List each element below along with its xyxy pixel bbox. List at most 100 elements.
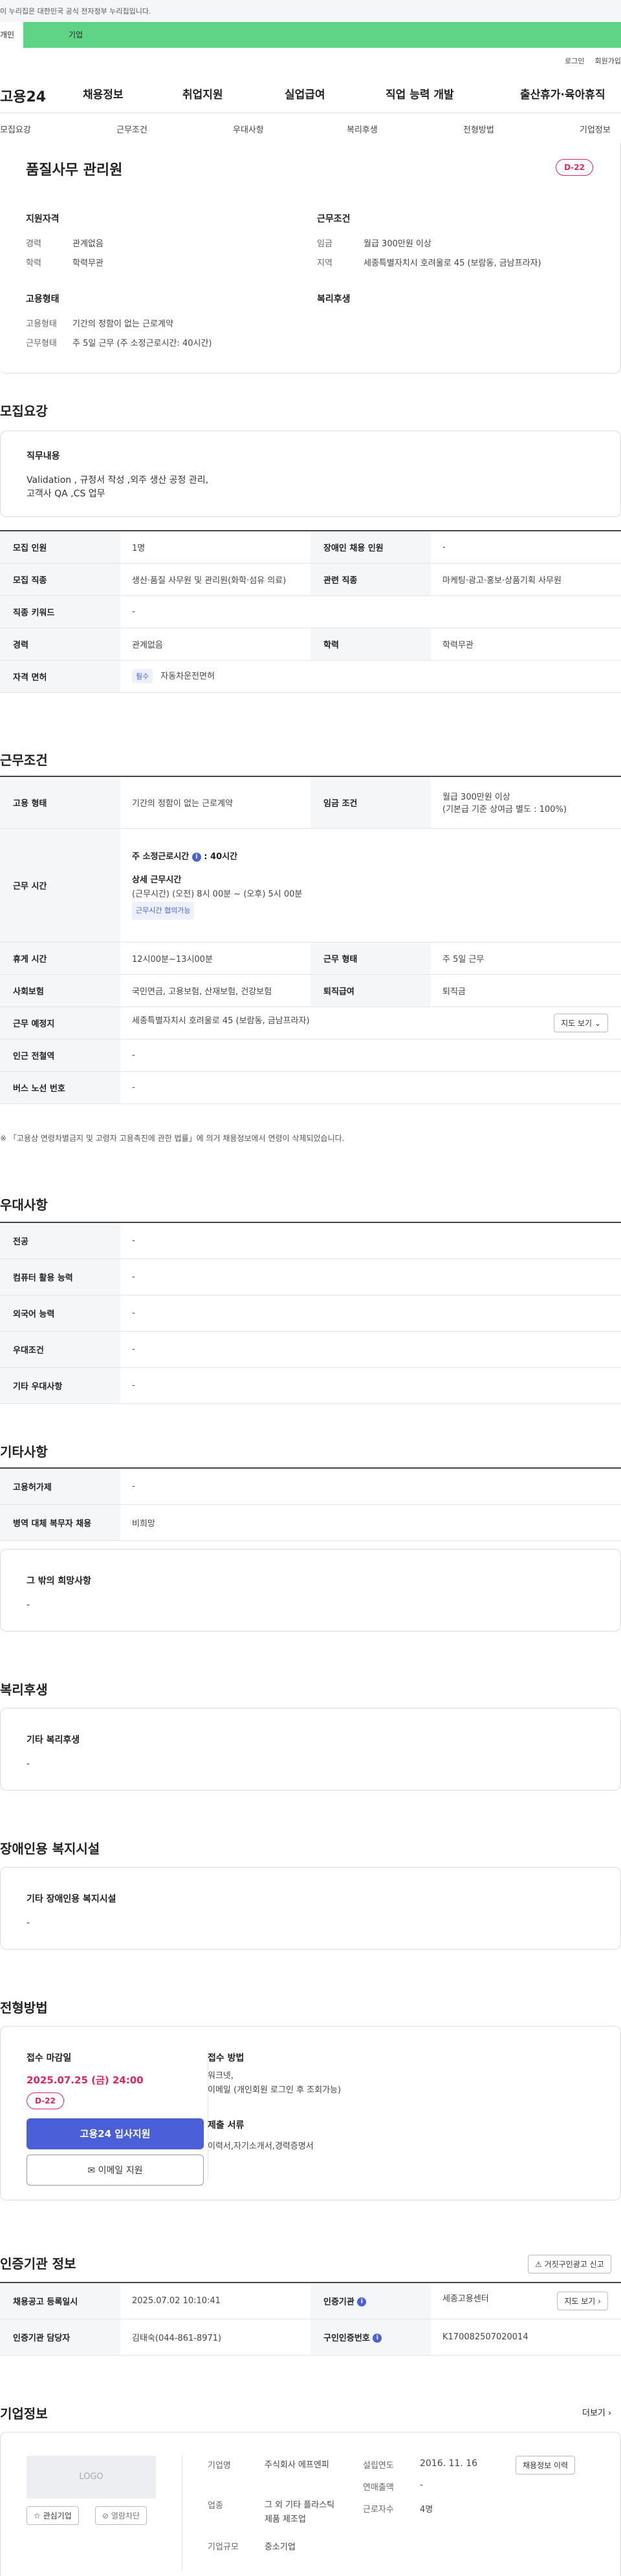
subnav-company[interactable]: 기업정보: [580, 123, 611, 135]
table-row: 기타 우대사항 -: [0, 1367, 621, 1404]
table-row: 인증기관 담당자 김태숙(044-861-8971) 구인인증번호 i K170082…: [0, 2319, 621, 2356]
info-icon[interactable]: i: [373, 2334, 382, 2343]
site-logo[interactable]: 고용24: [0, 85, 46, 106]
table-row: 휴게 시간 12시00분~13시00분 근무 형태 주 5일 근무: [0, 942, 621, 975]
table-row: 컴퓨터 활용 능력 -: [0, 1259, 621, 1295]
table-row: 외국어 능력 -: [0, 1295, 621, 1332]
subnav-conditions[interactable]: 근무조건: [116, 123, 147, 135]
cell-label: 임금 조건: [310, 776, 431, 829]
subnav-recruit[interactable]: 모집요강: [0, 123, 31, 135]
cell-label: 사회보험: [0, 974, 120, 1007]
welfare-box: 기타 복리후생 -: [0, 1708, 621, 1791]
cell-label: 자격 면허: [0, 660, 120, 693]
mail-icon: ✉: [87, 2166, 96, 2176]
cell-value: 학력무관: [431, 628, 621, 661]
other-wish-box: 그 밖의 희망사항 -: [0, 1549, 621, 1632]
info-icon[interactable]: i: [191, 852, 201, 862]
subnav-preference[interactable]: 우대사항: [233, 123, 264, 135]
chevron-down-icon: ⌄: [594, 1018, 601, 1028]
table-row: 사회보험 국민연금, 고용보험, 산재보험, 건강보험 퇴직급여 퇴직금: [0, 974, 621, 1007]
welfare-value: -: [27, 1759, 30, 1769]
table-row: 고용허가제 -: [0, 1468, 621, 1505]
email-apply-button[interactable]: ✉ 이메일 지원: [27, 2155, 204, 2186]
region-row: 지역 세종특별자치시 호려울로 45 (보람동, 금남프라자): [317, 259, 541, 268]
table-row: 모집 직종 생산·품질 사무원 및 관리원(화학·섬유 의료) 관련 직종 마케팅·광…: [0, 563, 621, 596]
cell-label: 외국어 능력: [0, 1295, 120, 1332]
login-link[interactable]: 로그인: [565, 57, 584, 65]
preference-table: 전공 - 컴퓨터 활용 능력 - 외국어 능력 - 우대조건 - 기타 우대사항 -: [0, 1222, 621, 1404]
agency-map-button[interactable]: 지도 보기 ›: [557, 2291, 608, 2310]
welfare-section-heading: 복리후생: [0, 1682, 48, 1698]
gnb-item-training[interactable]: 직업 능력 개발: [386, 85, 454, 101]
block-button[interactable]: ⊘ 열람차단: [95, 2506, 147, 2525]
gnb-item-jobs[interactable]: 채용정보: [83, 85, 124, 101]
table-row: 근무 예정지 세종특별자치시 호려울로 45 (보람동, 금남프라자) 지도 보기 …: [0, 1006, 621, 1039]
cell-value: -: [120, 1071, 621, 1104]
table-row: 모집 인원 1명 장애인 채용 인원 -: [0, 531, 621, 564]
detail-hours: (근무시간) (오전) 8시 00분 ~ (오후) 5시 00분: [132, 889, 303, 899]
size-value: 중소기업: [265, 2542, 296, 2552]
cell-value: -: [120, 1331, 621, 1368]
listing-history-button[interactable]: 채용정보 이력: [516, 2456, 576, 2475]
cell-value: -: [120, 1295, 621, 1332]
table-row: 병역 대체 복무자 채용 비희망: [0, 1504, 621, 1541]
job-title: 품질사무 관리원: [26, 162, 123, 178]
welfare-title: 기타 복리후생: [27, 1735, 80, 1745]
cell-label: 학력: [310, 628, 431, 661]
duty-box: 직무내용 Validation , 규정서 작성 ,외주 생산 공정 관리, 고…: [0, 431, 621, 517]
cell-value: 마케팅·광고·홍보·상품기획 사무원: [431, 563, 621, 596]
company-logo: LOGO: [27, 2456, 156, 2498]
cell-value: 퇴직금: [431, 974, 621, 1007]
cell-label: 근무 예정지: [0, 1006, 120, 1039]
cell-value: -: [120, 1222, 621, 1259]
cell-value: 필수 자동차운전면허: [120, 660, 621, 693]
cell-value: 세종고용센터 지도 보기 ›: [431, 2283, 621, 2319]
table-row: 고용 형태 기간의 정함이 없는 근로계약 임금 조건 월급 300만원 이상 (기본급…: [0, 776, 621, 829]
join-link[interactable]: 회원가입: [595, 57, 621, 65]
dday-badge: D-22: [556, 159, 593, 176]
cell-value: 2025.07.02 10:10:41: [120, 2283, 310, 2319]
member-type-tabs: 개인 기업: [0, 22, 621, 48]
selection-heading: 전형방법: [0, 2000, 48, 2016]
more-link[interactable]: 더보기 ›: [582, 2406, 611, 2418]
cell-label: 채용공고 등록일시: [0, 2283, 120, 2319]
tab-individual[interactable]: 개인: [0, 22, 23, 48]
cell-label: 장애인 채용 인원: [310, 531, 431, 564]
table-row: 근무 시간 주 소정근로시간 i : 40시간 상세 근무시간 (근무시간) (…: [0, 828, 621, 942]
method-value: 워크넷, 이메일 (개인회원 로그인 후 조회가능): [208, 2071, 342, 2095]
founded-label: 설립연도: [363, 2461, 394, 2471]
career-row: 경력 관계없음: [26, 239, 104, 249]
other-wish-title: 그 밖의 희망사항: [27, 1576, 91, 1586]
etc-heading: 기타사항: [0, 1444, 48, 1460]
info-icon[interactable]: i: [357, 2297, 367, 2307]
cell-label: 전공: [0, 1222, 120, 1259]
cell-value: 주 소정근로시간 i : 40시간 상세 근무시간 (근무시간) (오전) 8시…: [120, 828, 621, 942]
gnb-item-benefit[interactable]: 실업급여: [285, 85, 325, 101]
gnb-item-leave[interactable]: 출산휴가·육아휴직: [520, 85, 605, 101]
cell-label: 근무 시간: [0, 828, 120, 942]
apply-button[interactable]: 고용24 입사지원: [27, 2118, 204, 2149]
gnb-item-support[interactable]: 취업지원: [182, 85, 223, 101]
star-icon: ☆: [34, 2511, 41, 2520]
selection-box: 접수 마감일 2025.07.25 (금) 24:00 D-22 고용24 입사…: [0, 2026, 621, 2200]
license-value: 자동차운전면허: [160, 672, 215, 681]
tab-company[interactable]: 기업: [23, 22, 621, 48]
employees-value: 4명: [420, 2505, 433, 2515]
interest-button[interactable]: ☆ 관심기업: [27, 2506, 79, 2525]
worktype-row: 근무형태 주 5일 근무 (주 소정근로시간: 40시간): [26, 339, 212, 348]
size-label: 기업규모: [208, 2542, 239, 2552]
cell-label: 인증기관 담당자: [0, 2319, 120, 2356]
method-title: 접수 방법: [208, 2053, 245, 2063]
map-button[interactable]: 지도 보기 ⌄: [554, 1013, 608, 1032]
table-row: 자격 면허 필수 자동차운전면허: [0, 660, 621, 693]
subnav-welfare[interactable]: 복리후생: [347, 123, 378, 135]
cell-value: 생산·품질 사무원 및 관리원(화학·섬유 의료): [120, 563, 310, 596]
report-button[interactable]: ⚠ 거짓구인광고 신고: [528, 2255, 611, 2273]
cell-value: 김태숙(044-861-8971): [120, 2319, 310, 2356]
cell-label: 관련 직종: [310, 563, 431, 596]
cell-label: 버스 노선 번호: [0, 1071, 120, 1104]
cell-value: 월급 300만원 이상 (기본급 기준 상여금 별도 : 100%): [431, 776, 621, 829]
industry-label: 업종: [208, 2501, 223, 2511]
company-name: 주식회사 에프엔피: [265, 2460, 329, 2470]
subnav-selection[interactable]: 전형방법: [463, 123, 494, 135]
